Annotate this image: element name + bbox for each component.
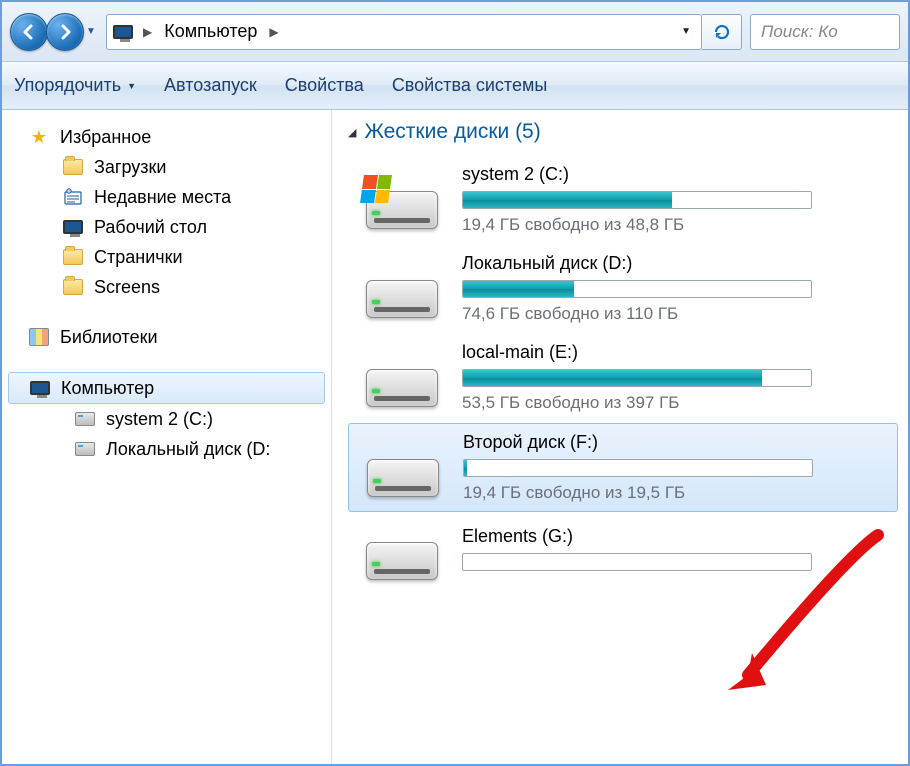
drive-free-text: 74,6 ГБ свободно из 110 ГБ (462, 304, 886, 324)
drive-capacity-bar (462, 280, 812, 298)
breadcrumb[interactable]: ▶ Компьютер ▶ ▼ (106, 14, 702, 50)
drive-info: Elements (G:) (462, 526, 886, 577)
desktop-icon (62, 216, 84, 238)
drive-icon (74, 408, 96, 430)
folder-icon (62, 246, 84, 268)
hard-drive-icon (360, 260, 444, 318)
sidebar-item-screens[interactable]: Screens (8, 272, 331, 302)
drive-item[interactable]: Второй диск (F:) 19,4 ГБ свободно из 19,… (348, 423, 898, 512)
drive-name: Локальный диск (D:) (462, 253, 886, 274)
hard-drive-icon (360, 171, 444, 229)
computer-group: Компьютер system 2 (C:) Локальный диск (… (8, 372, 331, 464)
navigation-pane: ★ Избранное Загрузки Недавние места Рабо… (2, 110, 332, 764)
favorites-group: ★ Избранное Загрузки Недавние места Рабо… (8, 122, 331, 302)
drive-capacity-bar (462, 553, 812, 571)
refresh-button[interactable] (702, 14, 742, 50)
drive-name: Второй диск (F:) (463, 432, 885, 453)
sidebar-item-recent-places[interactable]: Недавние места (8, 182, 331, 212)
drive-capacity-bar (462, 191, 812, 209)
hard-drive-icon (361, 439, 445, 497)
drive-name: local-main (E:) (462, 342, 886, 363)
drive-info: local-main (E:) 53,5 ГБ свободно из 397 … (462, 342, 886, 413)
drive-free-text: 19,4 ГБ свободно из 19,5 ГБ (463, 483, 885, 503)
forward-button[interactable] (46, 13, 84, 51)
drive-info: system 2 (C:) 19,4 ГБ свободно из 48,8 Г… (462, 164, 886, 235)
sidebar-item-computer[interactable]: Компьютер (8, 372, 325, 404)
address-bar: ▼ ▶ Компьютер ▶ ▼ Поиск: Ко (2, 2, 908, 62)
drive-item[interactable]: system 2 (C:) 19,4 ГБ свободно из 48,8 Г… (348, 156, 898, 243)
computer-icon (111, 20, 135, 44)
drive-free-text: 53,5 ГБ свободно из 397 ГБ (462, 393, 886, 413)
drive-capacity-bar (463, 459, 813, 477)
drive-icon (74, 438, 96, 460)
hard-drive-icon (360, 522, 444, 580)
sidebar-item-pages[interactable]: Странички (8, 242, 331, 272)
autorun-button[interactable]: Автозапуск (164, 75, 257, 96)
libraries-icon (28, 326, 50, 348)
nav-history-dropdown[interactable]: ▼ (84, 22, 98, 42)
drive-item[interactable]: Elements (G:) (348, 514, 898, 588)
command-bar: Упорядочить▼ Автозапуск Свойства Свойств… (2, 62, 908, 110)
breadcrumb-sep-icon: ▶ (137, 25, 158, 39)
main-pane: ◢ Жесткие диски (5) system 2 (C:) 19,4 Г… (332, 110, 908, 764)
libraries-group: Библиотеки (8, 322, 331, 352)
search-placeholder: Поиск: Ко (761, 22, 838, 42)
breadcrumb-location[interactable]: Компьютер (160, 21, 261, 42)
folder-icon (62, 156, 84, 178)
search-input[interactable]: Поиск: Ко (750, 14, 900, 50)
drive-info: Локальный диск (D:) 74,6 ГБ свободно из … (462, 253, 886, 324)
breadcrumb-sep-icon: ▶ (263, 25, 284, 39)
folder-icon (62, 276, 84, 298)
section-hard-drives[interactable]: ◢ Жесткие диски (5) (348, 120, 898, 144)
organize-menu[interactable]: Упорядочить▼ (14, 75, 136, 96)
drive-free-text: 19,4 ГБ свободно из 48,8 ГБ (462, 215, 886, 235)
nav-buttons: ▼ (10, 13, 98, 51)
computer-icon (29, 377, 51, 399)
content-area: ★ Избранное Загрузки Недавние места Рабо… (2, 110, 908, 764)
sidebar-item-downloads[interactable]: Загрузки (8, 152, 331, 182)
drive-item[interactable]: local-main (E:) 53,5 ГБ свободно из 397 … (348, 334, 898, 421)
drive-name: Elements (G:) (462, 526, 886, 547)
drive-item[interactable]: Локальный диск (D:) 74,6 ГБ свободно из … (348, 245, 898, 332)
breadcrumb-dropdown[interactable]: ▼ (675, 26, 697, 37)
sidebar-item-drive-d[interactable]: Локальный диск (D: (8, 434, 331, 464)
sidebar-item-libraries[interactable]: Библиотеки (8, 322, 331, 352)
properties-button[interactable]: Свойства (285, 75, 364, 96)
star-icon: ★ (28, 126, 50, 148)
sidebar-item-desktop[interactable]: Рабочий стол (8, 212, 331, 242)
drive-capacity-bar (462, 369, 812, 387)
chevron-down-icon: ▼ (127, 81, 136, 91)
collapse-triangle-icon: ◢ (348, 126, 356, 139)
hard-drive-icon (360, 349, 444, 407)
sidebar-item-favorites[interactable]: ★ Избранное (8, 122, 331, 152)
drive-name: system 2 (C:) (462, 164, 886, 185)
system-properties-button[interactable]: Свойства системы (392, 75, 547, 96)
drive-list: system 2 (C:) 19,4 ГБ свободно из 48,8 Г… (348, 156, 898, 588)
drive-info: Второй диск (F:) 19,4 ГБ свободно из 19,… (463, 432, 885, 503)
recent-places-icon (62, 186, 84, 208)
sidebar-item-drive-c[interactable]: system 2 (C:) (8, 404, 331, 434)
back-button[interactable] (10, 13, 48, 51)
